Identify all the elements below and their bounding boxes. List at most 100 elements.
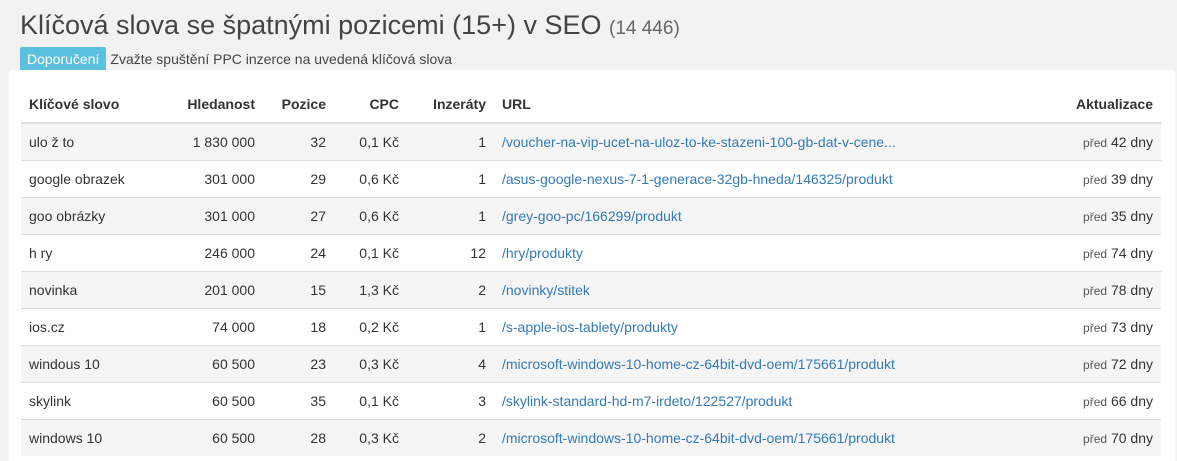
keyword-cell: h ry xyxy=(21,234,159,272)
updated-prefix: před xyxy=(1083,136,1108,150)
updated-value: 39 dny xyxy=(1110,171,1153,187)
keyword-cell: windows 10 xyxy=(21,419,159,456)
volume-cell: 60 500 xyxy=(159,345,263,383)
url-link[interactable]: /novinky/stitek xyxy=(502,282,590,298)
table-row: ulo ž to 1 830 000 32 0,1 Kč 1/voucher-na-vi… xyxy=(21,122,1161,161)
column-header-keyword[interactable]: Klíčové slovo xyxy=(21,86,159,124)
updated-cell: před 35 dny xyxy=(1001,197,1161,235)
column-header-ads[interactable]: Inzeráty xyxy=(407,86,494,124)
cpc-cell: 0,2 Kč xyxy=(334,308,407,346)
table-row: ios.cz 74 000 18 0,2 Kč 1/s-apple-ios-tablet… xyxy=(21,308,1161,346)
page-header: Klíčová slova se špatnými pozicemi (15+)… xyxy=(0,0,1177,71)
cpc-cell: 0,3 Kč xyxy=(334,419,407,456)
table-row: windows 10 60 500 28 0,3 Kč 2/microsoft-wind… xyxy=(21,419,1161,456)
ads-cell: 1 xyxy=(407,160,494,198)
url-cell: /microsoft-windows-10-home-cz-64bit-dvd-… xyxy=(494,345,1001,383)
ads-cell: 12 xyxy=(407,234,494,272)
position-cell: 18 xyxy=(263,308,334,346)
url-cell: /skylink-standard-hd-m7-irdeto/122527/pr… xyxy=(494,382,1001,420)
page-title: Klíčová slova se špatnými pozicemi (15+)… xyxy=(20,8,1157,46)
updated-prefix: před xyxy=(1083,321,1108,335)
cpc-cell: 0,1 Kč xyxy=(334,122,407,161)
volume-cell: 60 500 xyxy=(159,382,263,420)
column-header-volume[interactable]: Hledanost xyxy=(159,86,263,124)
updated-value: 78 dny xyxy=(1110,282,1153,298)
updated-prefix: před xyxy=(1083,432,1108,446)
keyword-cell: skylink xyxy=(21,382,159,420)
url-link[interactable]: /grey-goo-pc/166299/produkt xyxy=(502,208,682,224)
updated-cell: před 39 dny xyxy=(1001,160,1161,198)
url-cell: /hry/produkty xyxy=(494,234,1001,272)
url-link[interactable]: /hry/produkty xyxy=(502,245,583,261)
cpc-cell: 0,6 Kč xyxy=(334,160,407,198)
column-header-cpc[interactable]: CPC xyxy=(334,86,407,124)
column-header-position[interactable]: Pozice xyxy=(263,86,334,124)
column-header-url[interactable]: URL xyxy=(494,86,1001,124)
volume-cell: 301 000 xyxy=(159,160,263,198)
updated-cell: před 66 dny xyxy=(1001,382,1161,420)
updated-prefix: před xyxy=(1083,284,1108,298)
volume-cell: 246 000 xyxy=(159,234,263,272)
position-cell: 24 xyxy=(263,234,334,272)
keyword-cell: ulo ž to xyxy=(21,122,159,161)
url-link[interactable]: /skylink-standard-hd-m7-irdeto/122527/pr… xyxy=(502,393,792,409)
updated-cell: před 73 dny xyxy=(1001,308,1161,346)
keyword-cell: windous 10 xyxy=(21,345,159,383)
table-row: h ry 246 000 24 0,1 Kč 12/hry/produkty před 7… xyxy=(21,234,1161,272)
cpc-cell: 0,1 Kč xyxy=(334,382,407,420)
updated-value: 35 dny xyxy=(1110,208,1153,224)
updated-cell: před 70 dny xyxy=(1001,419,1161,456)
url-cell: /grey-goo-pc/166299/produkt xyxy=(494,197,1001,235)
table-row: goo obrázky 301 000 27 0,6 Kč 1/grey-goo-pc/… xyxy=(21,197,1161,235)
url-cell: /s-apple-ios-tablety/produkty xyxy=(494,308,1001,346)
updated-prefix: před xyxy=(1083,173,1108,187)
ads-cell: 1 xyxy=(407,122,494,161)
url-link[interactable]: /asus-google-nexus-7-1-generace-32gb-hne… xyxy=(502,171,893,187)
updated-value: 72 dny xyxy=(1110,356,1153,372)
keyword-cell: novinka xyxy=(21,271,159,309)
keyword-cell: google obrazek xyxy=(21,160,159,198)
ads-cell: 2 xyxy=(407,271,494,309)
updated-value: 70 dny xyxy=(1110,430,1153,446)
column-header-updated[interactable]: Aktualizace xyxy=(1001,86,1161,124)
updated-value: 73 dny xyxy=(1110,319,1153,335)
cpc-cell: 0,3 Kč xyxy=(334,345,407,383)
updated-prefix: před xyxy=(1083,210,1108,224)
position-cell: 23 xyxy=(263,345,334,383)
updated-cell: před 72 dny xyxy=(1001,345,1161,383)
ads-cell: 3 xyxy=(407,382,494,420)
position-cell: 15 xyxy=(263,271,334,309)
updated-cell: před 78 dny xyxy=(1001,271,1161,309)
updated-value: 74 dny xyxy=(1110,245,1153,261)
updated-prefix: před xyxy=(1083,358,1108,372)
table-header-row: Klíčové slovo Hledanost Pozice CPC Inzer… xyxy=(21,86,1161,124)
ads-cell: 4 xyxy=(407,345,494,383)
table-row: google obrazek 301 000 29 0,6 Kč 1/asus-goog… xyxy=(21,160,1161,198)
table-row: skylink 60 500 35 0,1 Kč 3/skylink-standard-… xyxy=(21,382,1161,420)
url-cell: /voucher-na-vip-ucet-na-uloz-to-ke-staze… xyxy=(494,122,1001,161)
url-link[interactable]: /microsoft-windows-10-home-cz-64bit-dvd-… xyxy=(502,430,895,446)
volume-cell: 301 000 xyxy=(159,197,263,235)
recommendation-badge: Doporučení xyxy=(20,47,107,71)
volume-cell: 60 500 xyxy=(159,419,263,456)
url-cell: /asus-google-nexus-7-1-generace-32gb-hne… xyxy=(494,160,1001,198)
volume-cell: 74 000 xyxy=(159,308,263,346)
keyword-cell: goo obrázky xyxy=(21,197,159,235)
cpc-cell: 0,6 Kč xyxy=(334,197,407,235)
page-title-text: Klíčová slova se špatnými pozicemi (15+)… xyxy=(20,10,602,40)
keywords-panel: Klíčové slovo Hledanost Pozice CPC Inzer… xyxy=(9,70,1175,461)
url-link[interactable]: /microsoft-windows-10-home-cz-64bit-dvd-… xyxy=(502,356,895,372)
result-count: (14 446) xyxy=(609,18,680,39)
recommendation-row: Doporučení Zvažte spuštění PPC inzerce n… xyxy=(20,47,1157,71)
updated-value: 66 dny xyxy=(1110,393,1153,409)
updated-prefix: před xyxy=(1083,395,1108,409)
ads-cell: 1 xyxy=(407,308,494,346)
url-link[interactable]: /voucher-na-vip-ucet-na-uloz-to-ke-staze… xyxy=(502,134,896,150)
position-cell: 35 xyxy=(263,382,334,420)
cpc-cell: 0,1 Kč xyxy=(334,234,407,272)
url-link[interactable]: /s-apple-ios-tablety/produkty xyxy=(502,319,678,335)
volume-cell: 1 830 000 xyxy=(159,122,263,161)
volume-cell: 201 000 xyxy=(159,271,263,309)
ads-cell: 2 xyxy=(407,419,494,456)
recommendation-text: Zvažte spuštění PPC inzerce na uvedená k… xyxy=(110,51,453,67)
